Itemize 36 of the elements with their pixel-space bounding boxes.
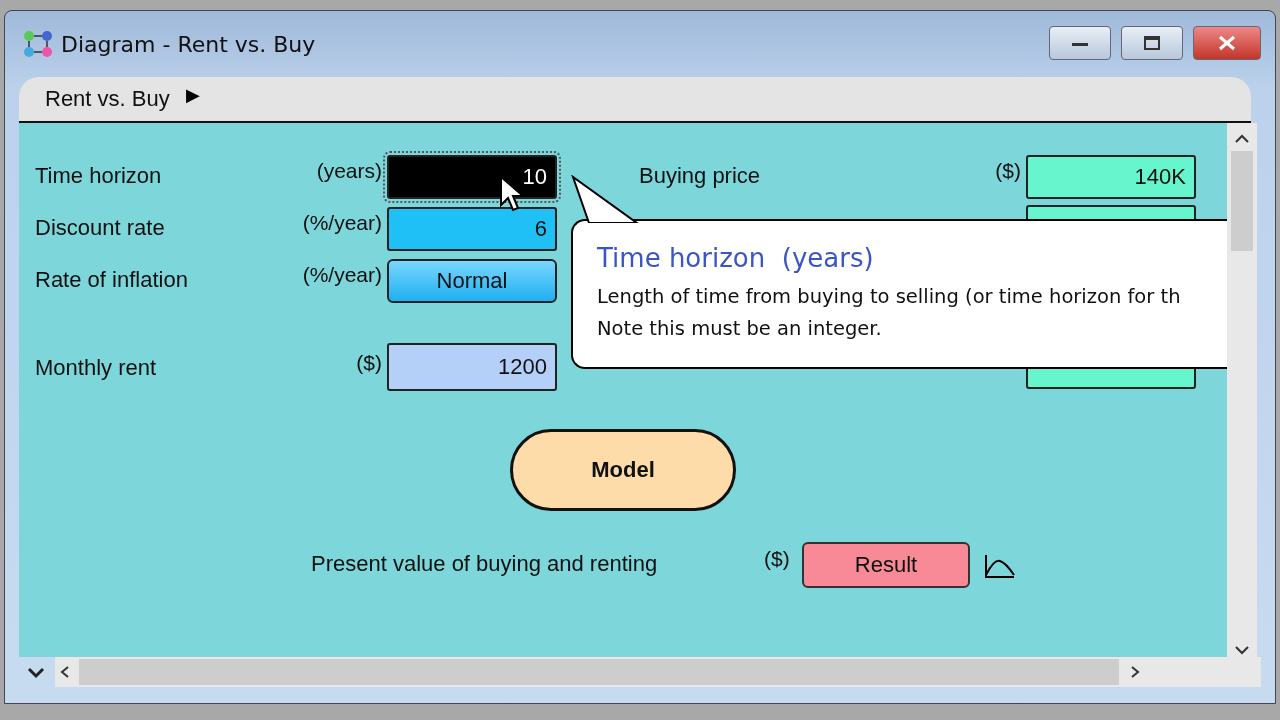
input-field[interactable]: 6 bbox=[387, 207, 557, 251]
close-icon bbox=[1217, 35, 1237, 51]
vertical-scrollbar[interactable] bbox=[1227, 123, 1257, 657]
node-label: Rate of inflation bbox=[35, 267, 188, 293]
minimize-button[interactable] bbox=[1049, 26, 1111, 60]
diagram-icon bbox=[23, 30, 53, 58]
unit-label: ($) bbox=[995, 159, 1021, 183]
scrollbar-thumb[interactable] bbox=[79, 659, 1119, 685]
close-button[interactable] bbox=[1193, 26, 1261, 60]
scroll-down-icon[interactable] bbox=[1232, 643, 1252, 657]
model-node[interactable]: Model bbox=[510, 429, 736, 511]
unit-label: (%/year) bbox=[302, 211, 382, 235]
input-field[interactable]: 1200 bbox=[387, 343, 557, 391]
node-label: Discount rate bbox=[35, 215, 165, 241]
tooltip-title: Time horizon (years) bbox=[597, 243, 875, 273]
maximize-icon bbox=[1142, 35, 1162, 51]
result-button[interactable]: Result bbox=[802, 542, 970, 588]
node-label: Present value of buying and renting bbox=[311, 551, 658, 577]
breadcrumb-item[interactable]: Rent vs. Buy bbox=[45, 86, 170, 112]
graph-icon bbox=[984, 553, 1016, 579]
window-title: Diagram - Rent vs. Buy bbox=[61, 31, 316, 57]
node-label: Time horizon bbox=[35, 163, 162, 189]
unit-label: (years) bbox=[316, 159, 382, 183]
unit-label: ($) bbox=[356, 351, 382, 375]
unit-label: ($) bbox=[764, 547, 790, 571]
node-label: Monthly rent bbox=[35, 355, 157, 381]
tooltip-text: Length of time from buying to selling (or time horizon for th bbox=[597, 284, 1182, 310]
maximize-button[interactable] bbox=[1121, 26, 1183, 60]
node-label: Buying price bbox=[639, 163, 761, 189]
input-field[interactable]: 140K bbox=[1026, 155, 1196, 199]
breadcrumb-arrow[interactable]: ▶ bbox=[185, 84, 200, 106]
unit-label: (%/year) bbox=[302, 263, 382, 287]
choice-button[interactable]: Normal bbox=[387, 259, 557, 303]
horizontal-scrollbar[interactable] bbox=[55, 657, 1261, 687]
scrollbar-thumb[interactable] bbox=[1231, 151, 1253, 251]
tooltip-text: Note this must be an integer. bbox=[597, 316, 883, 342]
